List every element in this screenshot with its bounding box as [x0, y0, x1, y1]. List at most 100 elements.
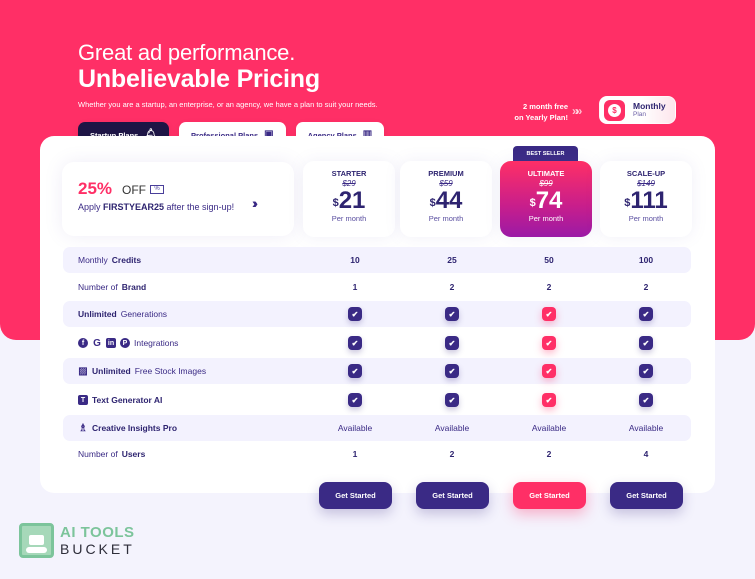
- apply-prefix: Apply: [78, 202, 104, 212]
- feature-label: T Text Generator AI: [78, 395, 162, 405]
- check-cell: ✔: [422, 307, 482, 321]
- feature-value: 1: [352, 449, 358, 459]
- currency-symbol: $: [429, 197, 436, 209]
- feature-value: 2: [546, 282, 552, 292]
- check-cell: ✔: [616, 307, 676, 321]
- toggle-label: Monthly: [633, 101, 666, 111]
- coupon-off: OFF: [122, 183, 146, 197]
- check-cell: ✔: [519, 364, 579, 378]
- check-cell: ✔: [422, 336, 482, 350]
- label-bold: Text Generator AI: [92, 395, 163, 405]
- text-icon: T: [78, 395, 88, 405]
- chevrons-right-icon: ›››: [252, 195, 258, 211]
- plan-card-scale-up: SCALE-UP $149 $111 Per month: [600, 161, 692, 237]
- google-icon: G: [93, 337, 101, 349]
- best-seller-badge: BEST SELLER: [513, 146, 578, 162]
- label-text: Number of: [78, 449, 118, 459]
- check-cell: ✔: [422, 364, 482, 378]
- label-text: Integrations: [134, 338, 179, 348]
- feature-value: 4: [643, 449, 649, 459]
- brand-line1: AI TOOLS: [60, 523, 135, 541]
- label-text: Monthly: [78, 255, 108, 265]
- check-icon: ✔: [639, 364, 653, 378]
- feature-value: 2: [449, 282, 455, 292]
- label-bold: Users: [121, 449, 146, 459]
- feature-label: Monthly Credits: [78, 255, 141, 265]
- check-icon: ✔: [348, 336, 362, 350]
- feature-row-creative-insights-pro: ♗ Creative Insights Pro Available Availa…: [63, 415, 691, 441]
- check-icon: ✔: [348, 393, 362, 407]
- subheadline: Whether you are a startup, an enterprise…: [78, 100, 378, 109]
- feature-value: Available: [628, 423, 664, 433]
- check-icon: ✔: [639, 307, 653, 321]
- check-icon: ✔: [542, 336, 556, 350]
- plan-card-premium: PREMIUM $59 $44 Per month: [400, 161, 492, 237]
- plan-card-ultimate: ULTIMATE $99 $74 Per month: [500, 161, 592, 237]
- plan-period: Per month: [628, 214, 664, 223]
- coupon-code: FIRSTYEAR25: [103, 202, 165, 212]
- feature-value: 25: [447, 255, 457, 265]
- feature-row-text-generator-ai: T Text Generator AI ✔ ✔ ✔ ✔: [63, 387, 691, 413]
- robot-logo-icon: [19, 523, 54, 558]
- plan-price: $74: [500, 189, 592, 213]
- check-cell: ✔: [325, 364, 385, 378]
- plan-name: SCALE-UP: [626, 169, 666, 178]
- check-cell: ✔: [325, 336, 385, 350]
- label-text: Number of: [78, 282, 118, 292]
- check-icon: ✔: [348, 307, 362, 321]
- check-icon: ✔: [542, 364, 556, 378]
- feature-value: 2: [546, 449, 552, 459]
- get-started-starter-button[interactable]: Get Started: [319, 482, 392, 509]
- label-bold: Brand: [121, 282, 147, 292]
- label-text: Generations: [120, 309, 168, 319]
- linkedin-icon: in: [106, 338, 116, 348]
- price-value: 44: [435, 187, 463, 214]
- image-search-icon: ▨: [78, 365, 88, 377]
- promo-line2: on Yearly Plan!: [514, 113, 568, 122]
- feature-value: Available: [337, 423, 373, 433]
- plan-price: $44: [400, 189, 492, 213]
- check-cell: ✔: [325, 307, 385, 321]
- check-cell: ✔: [616, 393, 676, 407]
- plan-name: ULTIMATE: [527, 169, 565, 178]
- coupon-instructions: Apply FIRSTYEAR25 after the sign-up!: [78, 202, 234, 212]
- billing-period-toggle[interactable]: $ Monthly Plan: [599, 96, 676, 124]
- check-cell: ✔: [616, 336, 676, 350]
- label-bold: Unlimited: [78, 309, 117, 319]
- headline-line2: Unbelievable Pricing: [78, 65, 320, 93]
- feature-value: 100: [638, 255, 654, 265]
- coupon-banner: 25% OFF % Apply FIRSTYEAR25 after the si…: [62, 162, 294, 236]
- coupon-tag-icon: %: [150, 185, 164, 194]
- apply-suffix: after the sign-up!: [164, 202, 235, 212]
- label-bold: Creative Insights Pro: [92, 423, 178, 433]
- feature-row-free-stock-images: ▨ Unlimited Free Stock Images ✔ ✔ ✔ ✔: [63, 358, 691, 384]
- currency-symbol: $: [624, 197, 631, 209]
- feature-value: 10: [350, 255, 360, 265]
- check-icon: ✔: [542, 393, 556, 407]
- check-icon: ✔: [542, 307, 556, 321]
- feature-value: 2: [643, 282, 649, 292]
- feature-value: 2: [449, 449, 455, 459]
- brand-line2: BUCKET: [60, 540, 135, 557]
- facebook-icon: f: [78, 338, 88, 348]
- currency-symbol: $: [529, 197, 536, 209]
- get-started-scale-up-button[interactable]: Get Started: [610, 482, 683, 509]
- price-value: 74: [535, 187, 563, 214]
- feature-value: Available: [531, 423, 567, 433]
- dollar-icon: $: [604, 99, 625, 121]
- label-bold: Credits: [111, 255, 142, 265]
- get-started-premium-button[interactable]: Get Started: [416, 482, 489, 509]
- feature-row-number-of-users: Number of Users 1 2 2 4: [63, 441, 691, 467]
- price-value: 21: [338, 187, 366, 214]
- yearly-promo-note: 2 month free on Yearly Plan!: [490, 101, 568, 123]
- currency-symbol: $: [332, 197, 339, 209]
- plan-name: STARTER: [331, 169, 367, 178]
- price-value: 111: [630, 187, 668, 214]
- feature-label: ▨ Unlimited Free Stock Images: [78, 365, 206, 377]
- chevrons-right-icon: »»: [572, 104, 583, 118]
- coupon-percent: 25%: [78, 179, 113, 198]
- feature-label: ♗ Creative Insights Pro: [78, 423, 178, 434]
- feature-value: 1: [352, 282, 358, 292]
- check-icon: ✔: [445, 393, 459, 407]
- get-started-ultimate-button[interactable]: Get Started: [513, 482, 586, 509]
